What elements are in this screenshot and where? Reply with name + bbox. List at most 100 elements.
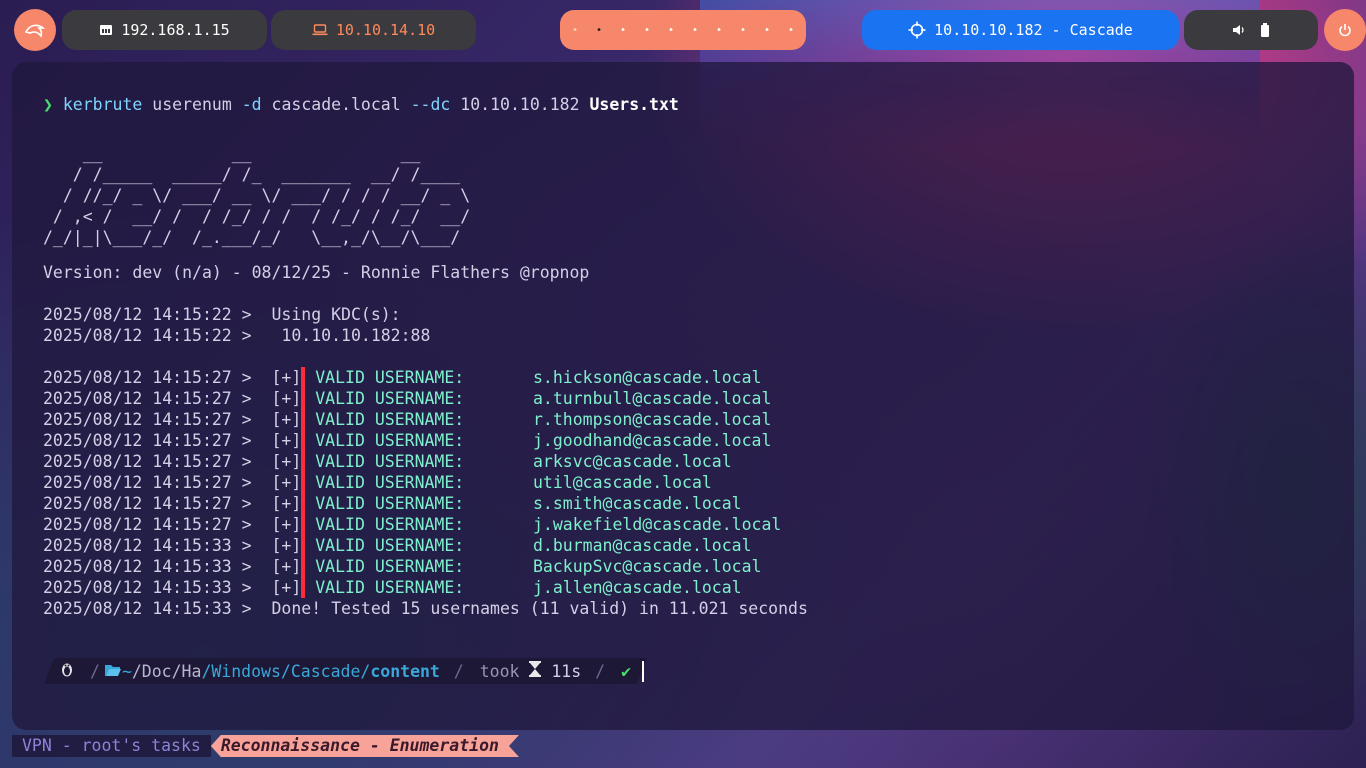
prompt-symbol: ❯ — [43, 95, 53, 114]
result-tag: [+] — [271, 389, 302, 408]
workspace-9[interactable]: • — [755, 25, 779, 36]
result-timestamp: 2025/08/12 14:15:27 > — [43, 431, 272, 450]
command-userfile: Users.txt — [589, 95, 679, 114]
prompt-os-segment — [44, 658, 80, 684]
result-timestamp: 2025/08/12 14:15:27 > — [43, 452, 272, 471]
session-name[interactable]: VPN - root's tasks — [12, 735, 211, 757]
result-timestamp: 2025/08/12 14:15:33 > — [43, 578, 272, 597]
result-label: VALID USERNAME: — [305, 452, 465, 471]
crosshair-icon — [908, 21, 926, 39]
result-timestamp: 2025/08/12 14:15:27 > — [43, 473, 272, 492]
local-ip: 192.168.1.15 — [121, 21, 230, 39]
result-username: s.hickson@cascade.local — [533, 368, 762, 387]
terminal-window[interactable]: ❯ kerbrute userenum -d cascade.local --d… — [12, 62, 1354, 730]
result-username: r.thompson@cascade.local — [533, 410, 772, 429]
result-row: 2025/08/12 14:15:33 > [+] VALID USERNAME… — [43, 577, 742, 598]
result-timestamp: 2025/08/12 14:15:27 > — [43, 494, 272, 513]
hourglass-icon — [529, 661, 542, 681]
kdc-line: 2025/08/12 14:15:22 > Using KDC(s): — [43, 305, 401, 324]
banner-line: __ __ __ — [43, 144, 421, 163]
result-username: j.allen@cascade.local — [533, 578, 742, 597]
workspace-6[interactable]: • — [683, 25, 707, 36]
result-row: 2025/08/12 14:15:27 > [+] VALID USERNAME… — [43, 472, 712, 493]
workspace-10[interactable]: • — [779, 25, 803, 36]
result-username: BackupSvc@cascade.local — [533, 557, 762, 576]
workspace-7[interactable]: • — [707, 25, 731, 36]
command-dc: 10.10.10.182 — [460, 95, 580, 114]
ethernet-icon — [99, 23, 113, 37]
result-label: VALID USERNAME: — [305, 473, 465, 492]
workspace-8[interactable]: • — [731, 25, 755, 36]
path-ha: /Ha — [171, 661, 202, 681]
result-tag: [+] — [271, 368, 302, 387]
result-tag: [+] — [271, 557, 302, 576]
workspace-switcher: • • • • • • • • • • — [560, 10, 806, 50]
result-label: VALID USERNAME: — [305, 494, 465, 513]
result-label: VALID USERNAME: — [305, 431, 465, 450]
success-check-icon: ✔ — [621, 661, 631, 681]
result-row: 2025/08/12 14:15:27 > [+] VALID USERNAME… — [43, 430, 771, 451]
local-ip-widget[interactable]: 192.168.1.15 — [62, 10, 267, 50]
volume-icon[interactable] — [1232, 24, 1246, 36]
result-tag: [+] — [271, 452, 302, 471]
target-widget[interactable]: 10.10.10.182 - Cascade — [862, 10, 1179, 50]
result-label: VALID USERNAME: — [305, 389, 465, 408]
path-home: ~ — [121, 661, 132, 681]
workspace-4[interactable]: • — [635, 25, 659, 36]
result-row: 2025/08/12 14:15:27 > [+] VALID USERNAME… — [43, 367, 761, 388]
laptop-icon — [312, 24, 328, 36]
text-cursor — [642, 661, 644, 682]
result-tag: [+] — [271, 410, 302, 429]
linux-penguin-icon — [60, 661, 74, 681]
duration-value: 11s — [551, 661, 582, 681]
path-doc: /Doc — [131, 661, 172, 681]
command-program: kerbrute — [62, 95, 143, 114]
result-username: arksvc@cascade.local — [533, 452, 732, 471]
battery-icon[interactable] — [1260, 23, 1270, 37]
kali-dragon-icon[interactable] — [14, 9, 56, 51]
result-tag: [+] — [271, 431, 302, 450]
result-label: VALID USERNAME: — [305, 578, 465, 597]
banner-line: /_/|_|\___/_/ /_.___/_/ \__,_/\__/\___/ — [43, 228, 461, 247]
result-tag: [+] — [271, 473, 302, 492]
banner-line: / //_/ _ \/ ___/ __ \/ ___/ / / / __/ _ … — [43, 186, 471, 205]
active-window-name[interactable]: Reconnaissance - Enumeration — [211, 735, 519, 757]
result-username: d.burman@cascade.local — [533, 536, 752, 555]
workspace-1[interactable]: • — [563, 25, 587, 36]
result-username: j.goodhand@cascade.local — [533, 431, 772, 450]
result-username: util@cascade.local — [533, 473, 712, 492]
result-row: 2025/08/12 14:15:27 > [+] VALID USERNAME… — [43, 409, 771, 430]
top-bar: 192.168.1.15 10.10.14.10 • • • • • • • •… — [0, 0, 1366, 62]
command-flag-domain: -d — [241, 95, 262, 114]
folder-open-icon — [104, 662, 122, 681]
tmux-status-line: VPN - root's tasks Reconnaissance - Enum… — [12, 735, 519, 757]
result-row: 2025/08/12 14:15:27 > [+] VALID USERNAME… — [43, 514, 781, 535]
path-windows: /Windows — [201, 661, 281, 681]
result-tag: [+] — [271, 494, 302, 513]
result-label: VALID USERNAME: — [305, 557, 465, 576]
command-flag-dc: --dc — [410, 95, 451, 114]
banner-line: / ,< / __/ / / /_/ / / / /_/ / /_/ __/ — [43, 207, 471, 226]
result-label: VALID USERNAME: — [305, 410, 465, 429]
result-row: 2025/08/12 14:15:33 > [+] VALID USERNAME… — [43, 556, 761, 577]
vpn-ip-widget[interactable]: 10.10.14.10 — [271, 10, 476, 50]
result-row: 2025/08/12 14:15:33 > [+] VALID USERNAME… — [43, 535, 752, 556]
system-tray — [1184, 10, 1318, 50]
version-line: Version: dev (n/a) - 08/12/25 - Ronnie F… — [43, 263, 590, 282]
result-timestamp: 2025/08/12 14:15:27 > — [43, 515, 272, 534]
workspace-3[interactable]: • — [611, 25, 635, 36]
power-icon[interactable] — [1324, 9, 1366, 51]
banner-line: / /_____ _____/ /_ _______ __/ /____ — [43, 165, 461, 184]
prompt-duration-segment: took 11s / — [473, 658, 616, 684]
workspace-2[interactable]: • — [587, 25, 611, 36]
result-label: VALID USERNAME: — [305, 536, 465, 555]
result-row: 2025/08/12 14:15:27 > [+] VALID USERNAME… — [43, 388, 771, 409]
result-username: a.turnbull@cascade.local — [533, 389, 772, 408]
path-current: content — [370, 661, 440, 681]
vpn-ip: 10.10.14.10 — [335, 21, 436, 39]
result-username: j.wakefield@cascade.local — [533, 515, 782, 534]
workspace-5[interactable]: • — [659, 25, 683, 36]
kdc-line: 2025/08/12 14:15:22 > 10.10.10.182:88 — [43, 326, 431, 345]
result-timestamp: 2025/08/12 14:15:27 > — [43, 368, 272, 387]
result-username: s.smith@cascade.local — [533, 494, 742, 513]
